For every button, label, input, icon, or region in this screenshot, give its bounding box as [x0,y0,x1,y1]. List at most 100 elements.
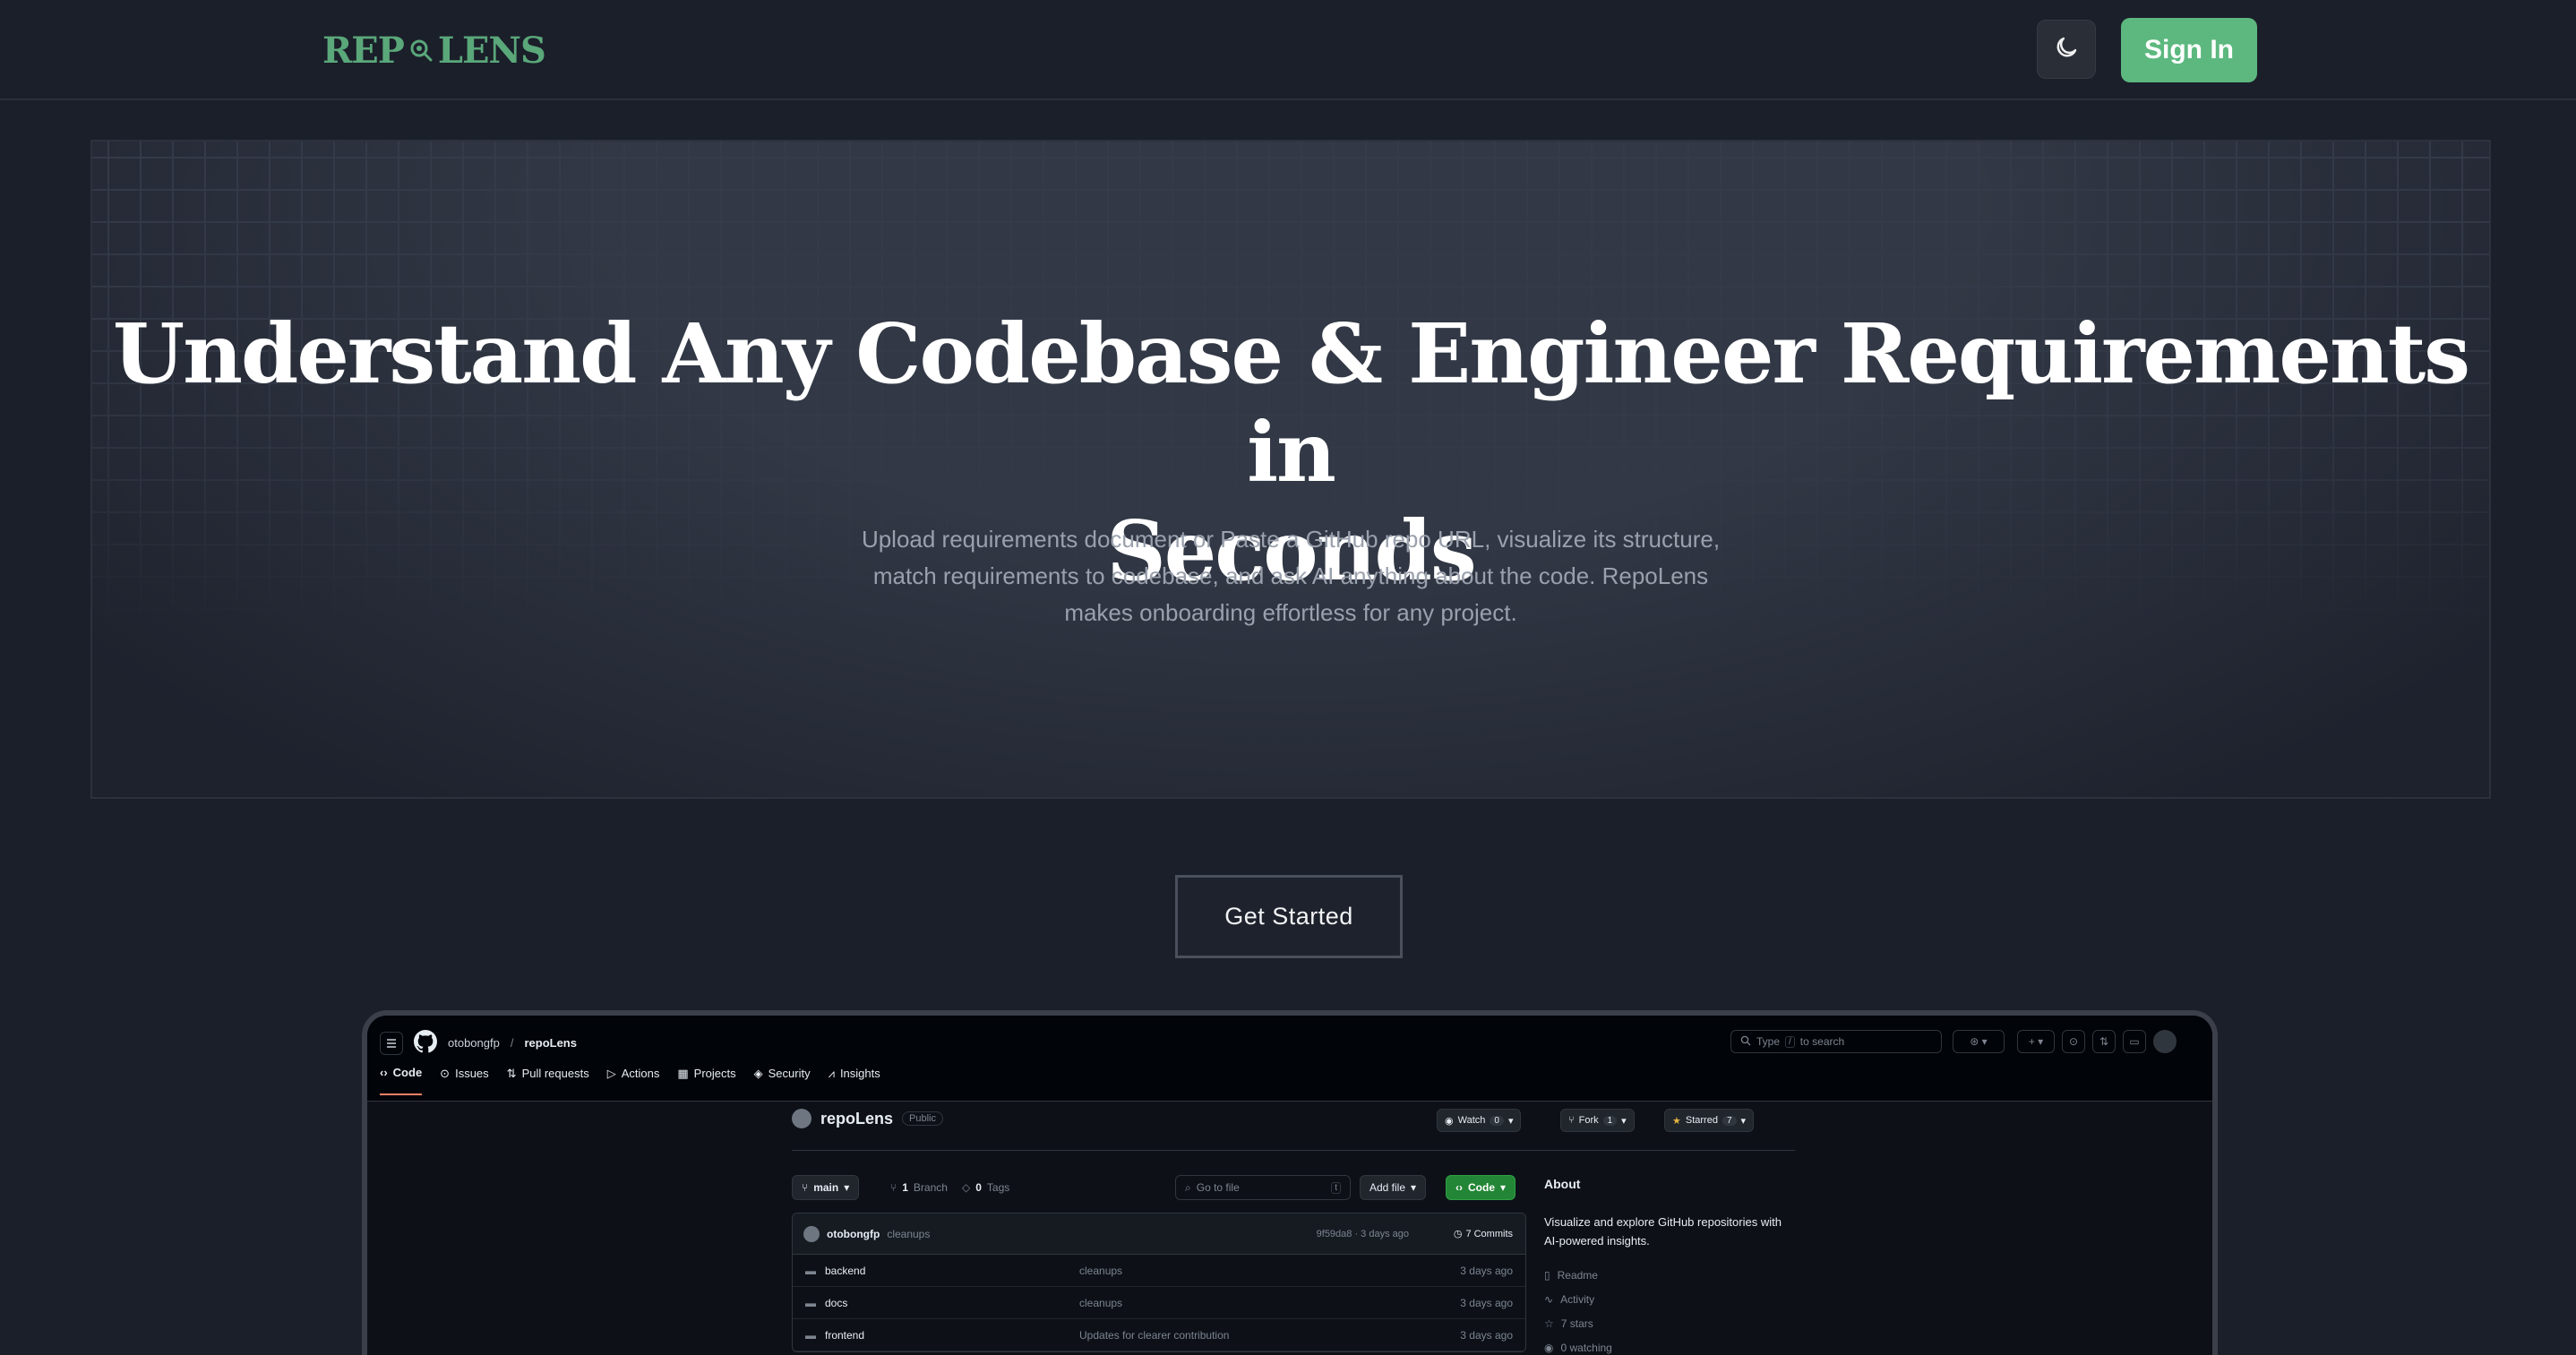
issues-button[interactable]: ⊙ [2062,1030,2085,1053]
hero-subtitle-line: Upload requirements document or Paste a … [861,526,1721,553]
issue-icon: ⊙ [2068,1035,2079,1048]
chevron-down-icon: ▾ [844,1181,850,1194]
avatar [803,1225,820,1242]
github-repo-screenshot: otobongfp / repoLens Type / to search ⊛ … [367,1016,2212,1355]
hero-subtitle: Upload requirements document or Paste a … [92,521,2489,631]
file-row[interactable]: ▬ frontend Updates for clearer contribut… [793,1319,1525,1351]
issue-icon: ⊙ [440,1066,451,1080]
repo-name[interactable]: repoLens [820,1110,893,1128]
fork-icon: ⑂ [1568,1115,1575,1126]
folder-icon: ▬ [805,1328,816,1342]
file-name[interactable]: frontend [825,1329,864,1342]
commit-author[interactable]: otobongfp [827,1228,880,1240]
breadcrumb-repo[interactable]: repoLens [524,1036,577,1050]
stars-link[interactable]: ☆ 7 stars [1544,1311,1795,1335]
tab-label: Code [392,1066,423,1079]
file-row[interactable]: ▬ backend cleanups 3 days ago [793,1255,1525,1287]
file-name[interactable]: backend [825,1265,865,1277]
tab-label: Security [768,1067,811,1080]
create-new-button[interactable]: + ▾ [2017,1030,2055,1053]
tags-count: 0 [975,1181,982,1194]
github-repo-tabs: ‹› Code ⊙ Issues ⇅ Pull requests ▷ Actio… [380,1066,880,1095]
starred-button[interactable]: ★ Starred 7 ▾ [1664,1109,1755,1132]
pull-request-icon: ⇅ [2099,1035,2109,1048]
tab-code[interactable]: ‹› Code [380,1066,423,1095]
add-file-button[interactable]: Add file ▾ [1360,1175,1427,1200]
pull-requests-button[interactable]: ⇅ [2092,1030,2116,1053]
branch-icon: ⑂ [890,1181,897,1194]
go-to-file-input[interactable]: ⌕ Go to file t [1175,1175,1351,1200]
inbox-icon: ▭ [2129,1035,2140,1048]
search-suffix: to search [1799,1035,1845,1048]
file-commit-message[interactable]: cleanups [1079,1265,1122,1277]
breadcrumb-owner[interactable]: otobongfp [448,1036,500,1050]
github-logo-icon[interactable] [414,1030,438,1056]
fork-button[interactable]: ⑂ Fork 1 ▾ [1560,1109,1635,1132]
tab-security[interactable]: ◈ Security [754,1066,811,1095]
theme-toggle-button[interactable] [2037,20,2096,79]
chevron-down-icon: ▾ [1621,1115,1627,1127]
about-heading: About [1544,1177,1581,1191]
hero-subtitle-line: makes onboarding effortless for any proj… [1064,599,1517,626]
commits-link[interactable]: ◷ 7 Commits [1454,1228,1513,1240]
visibility-badge: Public [902,1111,943,1126]
sign-in-button[interactable]: Sign In [2121,18,2257,82]
file-commit-message[interactable]: Updates for clearer contribution [1079,1329,1229,1342]
avatar [792,1109,811,1128]
watch-count: 0 [1490,1115,1504,1126]
tab-projects[interactable]: ▦ Projects [677,1066,735,1095]
file-name[interactable]: docs [825,1297,847,1309]
tags-link[interactable]: ◇ 0 Tags [962,1175,1009,1200]
pulse-icon: ∿ [1544,1292,1554,1306]
watching-link[interactable]: ◉ 0 watching [1544,1335,1795,1355]
commits-count: 7 Commits [1465,1228,1513,1239]
watch-label: Watch [1457,1115,1486,1126]
hamburger-menu-icon[interactable] [380,1031,403,1055]
github-search-input[interactable]: Type / to search [1730,1030,1942,1053]
commit-meta: 9f59da8 · 3 days ago [1316,1228,1409,1239]
chevron-down-icon: ▾ [1411,1181,1417,1194]
chevron-down-icon: ▾ [1507,1115,1514,1127]
watch-button[interactable]: ◉ Watch 0 ▾ [1437,1109,1522,1132]
user-avatar[interactable] [2153,1030,2177,1053]
tab-actions[interactable]: ▷ Actions [607,1066,660,1095]
chevron-down-icon: ▾ [1500,1181,1507,1194]
commit-message[interactable]: cleanups [887,1228,930,1240]
readme-link[interactable]: ▯ Readme [1544,1263,1795,1287]
moon-icon [2053,34,2080,65]
code-icon: ‹› [1455,1181,1463,1194]
code-icon: ‹› [380,1066,388,1079]
inbox-button[interactable]: ▭ [2123,1030,2146,1053]
hero-subtitle-line: match requirements to codebase, and ask … [872,562,1709,589]
hero-title-line: Understand Any Codebase & Engineer Requi… [112,305,2470,501]
table-icon: ▦ [677,1066,689,1080]
star-count: 7 [1722,1115,1737,1126]
tag-icon: ◇ [962,1181,971,1194]
top-navbar: REP LENS Sign In [0,0,2576,100]
branch-select[interactable]: ⑂ main ▾ [792,1175,860,1200]
tab-insights[interactable]: ⩘ Insights [829,1066,880,1095]
search-icon [1740,1035,1751,1049]
copilot-button[interactable]: ⊛ ▾ [1953,1030,2005,1053]
eye-icon: ◉ [1544,1341,1554,1354]
code-button[interactable]: ‹› Code ▾ [1446,1175,1516,1200]
chevron-down-icon: ▾ [1740,1115,1747,1127]
tab-pull-requests[interactable]: ⇅ Pull requests [507,1066,589,1095]
get-started-button[interactable]: Get Started [1175,875,1403,958]
tags-label: Tags [986,1181,1010,1194]
tab-issues[interactable]: ⊙ Issues [440,1066,488,1095]
starred-label: Starred [1685,1115,1718,1126]
magnifier-logo-icon [409,39,433,62]
file-commit-message[interactable]: cleanups [1079,1297,1122,1309]
branch-icon: ⑂ [802,1181,809,1194]
file-time: 3 days ago [1460,1328,1513,1342]
activity-link[interactable]: ∿ Activity [1544,1287,1795,1311]
search-icon: ⌕ [1185,1180,1191,1194]
repolens-logo[interactable]: REP LENS [322,30,546,72]
branches-link[interactable]: ⑂ 1 Branch [890,1175,948,1200]
file-row[interactable]: ▬ docs cleanups 3 days ago [793,1287,1525,1319]
fork-count: 1 [1602,1115,1618,1126]
play-icon: ▷ [606,1066,616,1080]
go-to-file-key: t [1331,1181,1341,1194]
readme-label: Readme [1557,1268,1598,1282]
